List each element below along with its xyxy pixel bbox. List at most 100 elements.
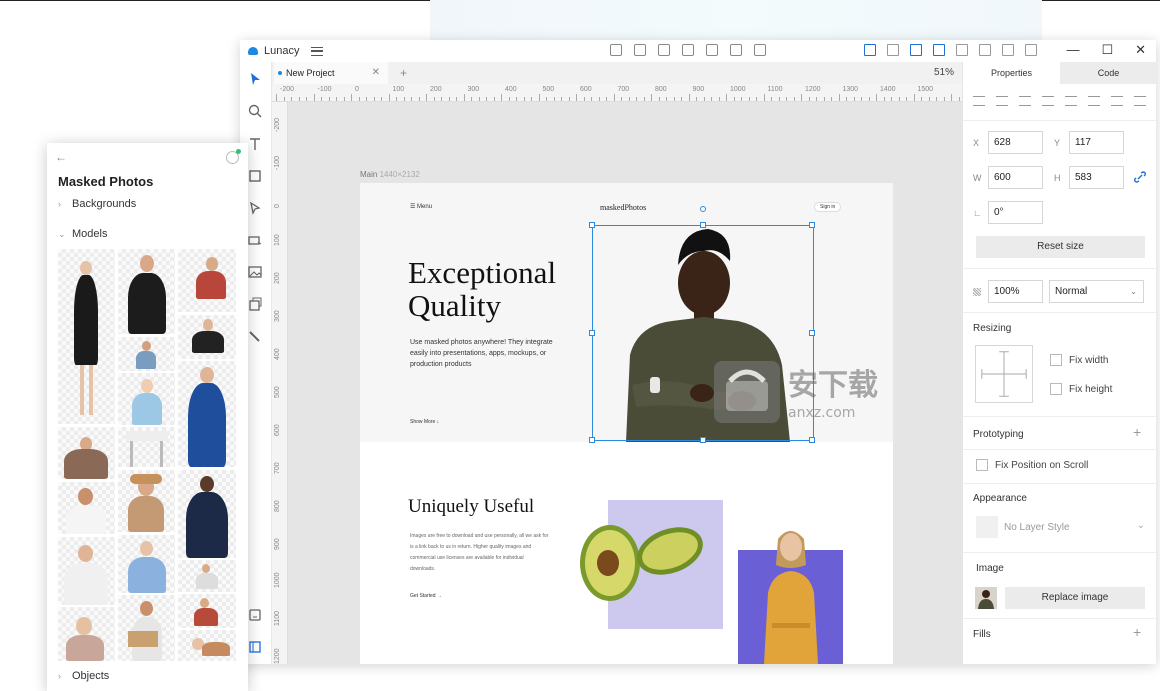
model-thumb[interactable]	[178, 560, 236, 592]
model-thumb[interactable]	[118, 427, 175, 467]
distribute-h-icon[interactable]	[1111, 96, 1123, 106]
flip-icon[interactable]	[730, 44, 742, 56]
boolean-icon[interactable]	[706, 44, 718, 56]
tab-close-icon[interactable]: ✕	[372, 67, 380, 78]
resize-handle[interactable]	[809, 222, 815, 228]
model-thumb[interactable]	[58, 482, 115, 534]
model-woman-image[interactable]	[748, 523, 834, 664]
rectangle-tool-icon[interactable]	[248, 169, 262, 183]
canvas[interactable]: Main 1440×2132 ☰ Menu maskedPhotos Sign …	[288, 102, 962, 664]
mask-icon[interactable]	[658, 44, 670, 56]
width-field[interactable]: 600	[988, 166, 1043, 189]
resize-handle[interactable]	[589, 437, 595, 443]
tab-new-project[interactable]: New Project ✕	[274, 62, 388, 84]
snap-icon[interactable]	[933, 44, 945, 56]
tab-properties[interactable]: Properties	[963, 62, 1060, 84]
zoom-tool-icon[interactable]	[248, 104, 262, 118]
model-thumb[interactable]	[118, 337, 175, 371]
model-thumb[interactable]	[178, 470, 236, 558]
layout-grid-icon[interactable]	[887, 44, 899, 56]
maximize-button[interactable]: ☐	[1101, 42, 1113, 58]
rotate-icon[interactable]	[682, 44, 694, 56]
component-tool-icon[interactable]	[248, 297, 262, 311]
close-button[interactable]: ✕	[1135, 42, 1146, 58]
y-field[interactable]: 117	[1069, 131, 1124, 154]
text-frame-icon[interactable]	[634, 44, 646, 56]
opacity-field[interactable]: 100%	[988, 280, 1043, 303]
rotation-field[interactable]: 0°	[988, 201, 1043, 224]
distribute-v-icon[interactable]	[1134, 96, 1146, 106]
fix-width-checkbox[interactable]	[1050, 354, 1062, 366]
keyboard-icon[interactable]	[248, 608, 262, 622]
model-thumb[interactable]	[58, 249, 115, 424]
model-thumb[interactable]	[58, 427, 115, 479]
model-thumb[interactable]	[58, 607, 115, 661]
rotate-handle[interactable]	[700, 206, 706, 212]
resize-handle[interactable]	[589, 330, 595, 336]
pixel-grid-icon[interactable]	[910, 44, 922, 56]
resize-handle[interactable]	[700, 437, 706, 443]
hamburger-menu-icon[interactable]	[311, 46, 324, 56]
align-center-icon[interactable]	[996, 96, 1008, 106]
align-bottom-icon[interactable]	[1088, 96, 1100, 106]
new-tab-plus-icon[interactable]: +	[400, 66, 407, 80]
ruler-tick-label: -200	[274, 117, 281, 132]
zoom-level[interactable]: 51%	[934, 67, 954, 78]
fix-position-checkbox[interactable]	[976, 459, 988, 471]
resize-handle[interactable]	[589, 222, 595, 228]
avocado-image[interactable]	[578, 517, 708, 607]
pen-tool-icon[interactable]	[248, 201, 262, 215]
model-thumb[interactable]	[118, 535, 175, 593]
category-objects[interactable]: › Objects	[58, 670, 109, 682]
model-thumb[interactable]	[118, 249, 175, 334]
text-tool-icon[interactable]	[248, 137, 262, 151]
model-thumb[interactable]	[178, 315, 236, 359]
preview-icon[interactable]	[956, 44, 968, 56]
add-fill-plus-icon[interactable]: +	[1133, 624, 1141, 640]
crop-icon[interactable]	[610, 44, 622, 56]
tab-code[interactable]: Code	[1060, 62, 1157, 84]
model-thumb[interactable]	[58, 537, 115, 605]
select-tool-icon[interactable]	[248, 72, 262, 86]
cloud-icon[interactable]	[1025, 44, 1037, 56]
category-backgrounds[interactable]: › Backgrounds	[58, 198, 136, 210]
align-middle-icon[interactable]	[1065, 96, 1077, 106]
model-thumb[interactable]	[178, 594, 236, 628]
resize-handle[interactable]	[809, 437, 815, 443]
resize-handle[interactable]	[700, 222, 706, 228]
align-top-icon[interactable]	[1042, 96, 1054, 106]
icons8-logo-icon[interactable]	[226, 149, 241, 164]
height-field[interactable]: 583	[1069, 166, 1124, 189]
prototype-tool-icon[interactable]	[248, 233, 262, 247]
category-models[interactable]: ⌄ Models	[58, 228, 107, 240]
reset-size-button[interactable]: Reset size	[976, 236, 1145, 258]
ruler-tool-icon[interactable]	[248, 329, 262, 343]
model-thumb[interactable]	[178, 361, 236, 467]
blend-mode-select[interactable]: Normal ⌄	[1049, 280, 1144, 303]
resizing-widget[interactable]	[975, 345, 1033, 403]
add-prototype-plus-icon[interactable]: +	[1133, 424, 1141, 440]
lock-ratio-icon[interactable]	[1133, 170, 1147, 184]
x-field[interactable]: 628	[988, 131, 1043, 154]
fix-height-checkbox[interactable]	[1050, 383, 1062, 395]
dark-mode-icon[interactable]	[1002, 44, 1014, 56]
panels-icon[interactable]	[248, 640, 262, 654]
grid-icon[interactable]	[979, 44, 991, 56]
model-thumb[interactable]	[118, 470, 175, 532]
align-left-icon[interactable]	[973, 96, 985, 106]
replace-image-button[interactable]: Replace image	[1005, 587, 1145, 609]
left-panel-toggle-icon[interactable]	[864, 44, 876, 56]
layer-style-select[interactable]: No Layer Style ⌄	[976, 514, 1145, 542]
image-tool-icon[interactable]	[248, 265, 262, 279]
back-arrow-icon[interactable]: ←	[55, 150, 67, 164]
model-thumb[interactable]	[178, 630, 236, 661]
ruler-tick	[621, 97, 622, 101]
artboard-label[interactable]: Main 1440×2132	[360, 170, 420, 179]
align-right-icon[interactable]	[1019, 96, 1031, 106]
minimize-button[interactable]: —	[1066, 42, 1079, 58]
model-thumb[interactable]	[118, 595, 175, 661]
resize-handle[interactable]	[809, 330, 815, 336]
model-thumb[interactable]	[178, 249, 236, 312]
export-icon[interactable]	[754, 44, 766, 56]
model-thumb[interactable]	[118, 373, 175, 425]
